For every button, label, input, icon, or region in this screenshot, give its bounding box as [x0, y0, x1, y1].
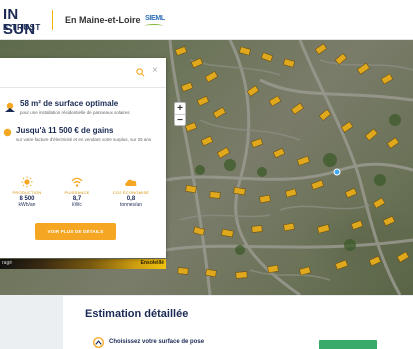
roof-icon: [93, 337, 104, 348]
surface-choice-row[interactable]: Choisissez votre surface de pose: [93, 337, 293, 349]
view-details-button[interactable]: VOIR PLUS DE DÉTAILS: [35, 223, 116, 240]
brand-tagline: E TRUST: [3, 23, 41, 32]
zoom-control: + −: [174, 102, 186, 126]
money-icon: [3, 128, 12, 137]
app-frame: IN SUN E TRUST En Maine-et-Loire SIEML +…: [0, 0, 413, 349]
feature-subtitle: pour une installation résidentielle de p…: [20, 110, 130, 115]
stat-production: PRODUCTION 8 500 kWh/an: [2, 176, 52, 208]
roof-sun-icon: [5, 102, 15, 112]
detailed-estimate-section: Estimation détaillée Choisissez votre su…: [63, 296, 413, 349]
power-icon: [71, 177, 83, 187]
sun-icon: [21, 176, 33, 188]
stat-co2: CO2 ÉCONOMISÉ 0,8 tonnes/an: [106, 176, 156, 208]
partner-logo[interactable]: SIEML: [143, 11, 165, 31]
brand-name: IN SUN: [3, 6, 36, 38]
zoom-in-button[interactable]: +: [175, 103, 185, 114]
zoom-out-button[interactable]: −: [175, 114, 185, 126]
stat-label: PRODUCTION: [12, 190, 42, 195]
result-card: × 58 m² de surface optimale pour une ins…: [0, 58, 166, 258]
cloud-icon: [125, 179, 137, 186]
detail-action-button[interactable]: [319, 340, 377, 349]
stat-label: PUISSANCE: [64, 190, 90, 195]
brand-logo[interactable]: IN SUN E TRUST: [3, 6, 47, 38]
section-title: Estimation détaillée: [85, 308, 189, 320]
feature-title: 58 m² de surface optimale: [20, 99, 119, 108]
location-pin-icon: [333, 168, 341, 176]
stat-power: PUISSANCE 8,7 kWc: [52, 176, 102, 208]
surface-choice-text: Choisissez votre surface de pose: [109, 339, 205, 345]
sunshine-legend: ragé Ensoleillé: [0, 259, 166, 269]
stat-unit: kWc: [72, 202, 82, 208]
partner-logo-arc: [145, 24, 163, 28]
stats-row: PRODUCTION 8 500 kWh/an PUISSANCE 8,7 kW…: [0, 176, 166, 216]
partner-logo-text: SIEML: [145, 15, 165, 22]
legend-shaded-label: ragé: [2, 260, 13, 266]
header-divider: [52, 10, 53, 30]
stat-label: CO2 ÉCONOMISÉ: [112, 190, 150, 195]
feature-title: Jusqu'à 11 500 € de gains: [16, 126, 114, 135]
region-label: En Maine-et-Loire: [65, 15, 141, 25]
legend-sunny-label: Ensoleillé: [140, 260, 164, 266]
feature-subtitle: sur votre facture d'électricité et en ve…: [16, 137, 152, 142]
address-input[interactable]: [4, 65, 124, 81]
stat-unit: tonnes/an: [120, 202, 142, 208]
search-icon[interactable]: [136, 68, 145, 77]
top-header: IN SUN E TRUST En Maine-et-Loire SIEML: [0, 0, 413, 40]
close-icon[interactable]: ×: [152, 66, 158, 76]
address-search: ×: [0, 58, 166, 88]
stat-unit: kWh/an: [18, 202, 36, 208]
